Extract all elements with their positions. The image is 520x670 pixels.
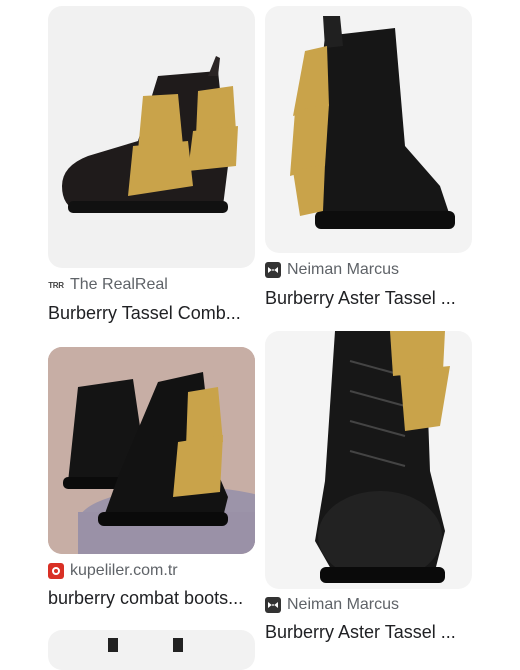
boot-image <box>48 347 255 554</box>
source-name: Neiman Marcus <box>287 261 400 278</box>
neiman-marcus-favicon-icon <box>265 262 281 278</box>
neiman-marcus-favicon-icon <box>265 597 281 613</box>
result-image-3[interactable] <box>48 347 255 554</box>
result-source-4[interactable]: Neiman Marcus <box>265 596 399 614</box>
result-title-3[interactable]: burberry combat boots... <box>48 588 253 609</box>
boot-image <box>62 56 238 213</box>
source-name: The RealReal <box>70 276 168 293</box>
result-source-2[interactable]: Neiman Marcus <box>265 261 399 279</box>
result-source-1[interactable]: TRR The RealReal <box>48 276 168 294</box>
result-image-2[interactable] <box>265 6 472 253</box>
result-image-1[interactable] <box>48 6 255 268</box>
result-image-5-partial[interactable] <box>48 630 255 670</box>
kupeliler-favicon-icon <box>48 563 64 579</box>
result-title-2[interactable]: Burberry Aster Tassel ... <box>265 288 470 309</box>
result-image-4[interactable] <box>265 331 472 589</box>
source-name: kupeliler.com.tr <box>70 562 178 579</box>
boot-image <box>315 331 450 583</box>
therealreal-favicon-icon: TRR <box>48 280 64 290</box>
source-name: Neiman Marcus <box>287 596 400 613</box>
boot-image <box>108 638 183 652</box>
boot-image <box>290 16 455 229</box>
result-title-4[interactable]: Burberry Aster Tassel ... <box>265 622 470 643</box>
result-source-3[interactable]: kupeliler.com.tr <box>48 562 178 580</box>
result-title-1[interactable]: Burberry Tassel Comb... <box>48 303 253 324</box>
